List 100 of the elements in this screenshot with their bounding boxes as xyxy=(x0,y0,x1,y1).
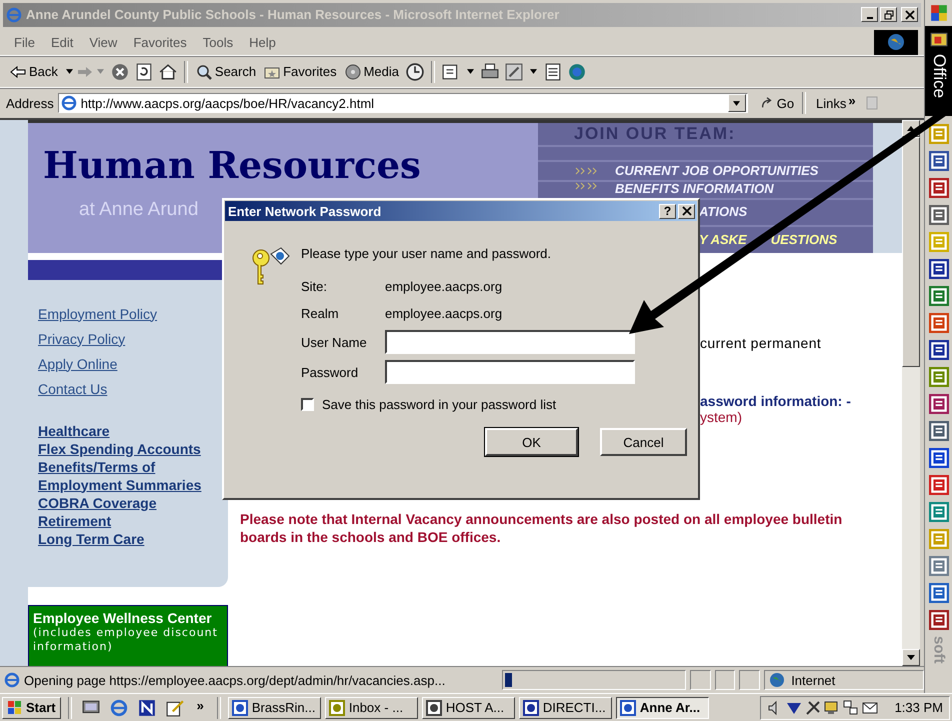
minimize-button[interactable] xyxy=(861,7,878,22)
down-arrow-icon xyxy=(907,655,915,660)
page-title: Human Resources xyxy=(43,142,422,186)
more-chevron[interactable]: » xyxy=(848,92,856,108)
sidebar-link[interactable]: Apply Online xyxy=(38,352,118,376)
app-icon[interactable] xyxy=(929,151,949,171)
dialog-prompt: Please type your user name and password. xyxy=(301,246,552,261)
taskbar-button[interactable]: BrassRin... xyxy=(228,696,321,718)
body-text: current permanent xyxy=(700,334,822,350)
caret-icon[interactable] xyxy=(467,69,474,74)
scrollbar[interactable] xyxy=(902,120,920,666)
close-button[interactable] xyxy=(901,7,918,22)
more-chevron[interactable]: » xyxy=(196,698,204,713)
sidebar-link[interactable]: Privacy Policy xyxy=(38,326,126,352)
status-pane xyxy=(739,670,760,690)
app-icon[interactable] xyxy=(929,178,949,198)
app-icon[interactable] xyxy=(929,448,949,468)
taskbar-button[interactable]: Anne Ar... xyxy=(616,696,709,718)
nav-link[interactable]: CURRENT JOB OPPORTUNITIES xyxy=(615,164,818,178)
tools-icon[interactable] xyxy=(804,700,821,716)
ok-button[interactable]: OK xyxy=(485,428,578,456)
nav-link[interactable]: ATIONS xyxy=(699,205,748,220)
save-checkbox[interactable] xyxy=(301,398,314,411)
benefit-link[interactable]: Benefits/Terms of Employment Summaries xyxy=(38,458,218,494)
username-field[interactable] xyxy=(385,330,635,354)
messenger-icon[interactable] xyxy=(568,62,586,81)
cancel-button[interactable]: Cancel xyxy=(600,428,687,456)
stop-icon[interactable] xyxy=(110,62,129,81)
menu-item[interactable]: Favorites xyxy=(125,34,195,50)
checkbox-label[interactable]: Save this password in your password list xyxy=(322,397,556,412)
menu-item[interactable]: Edit xyxy=(42,34,82,50)
monitor-icon[interactable] xyxy=(824,700,840,716)
app-icon[interactable] xyxy=(929,421,949,441)
benefit-link[interactable]: Long Term Care xyxy=(38,530,144,548)
notepad-icon[interactable] xyxy=(166,698,184,716)
nav-link[interactable]: Y ASKE xyxy=(699,232,747,247)
wellness-box[interactable]: Employee Wellness Center (includes employee discount information) xyxy=(28,604,228,666)
app-icon[interactable] xyxy=(929,610,949,630)
browser-icon[interactable] xyxy=(110,698,128,716)
sidebar-link[interactable]: Contact Us xyxy=(38,376,108,402)
go-button[interactable]: Go xyxy=(756,94,798,113)
nav-link[interactable]: BENEFITS INFORMATION xyxy=(615,182,774,196)
app-icon[interactable] xyxy=(929,259,949,279)
scroll-thumb[interactable] xyxy=(902,136,920,366)
field-label: User Name xyxy=(301,334,368,350)
home-icon[interactable] xyxy=(158,62,177,81)
app-icon[interactable] xyxy=(929,205,949,225)
field-value: employee.aacps.org xyxy=(385,279,504,294)
benefit-link[interactable]: Retirement xyxy=(38,512,112,530)
refresh-icon[interactable] xyxy=(134,62,153,81)
caret-icon[interactable] xyxy=(530,69,537,74)
taskbar-button[interactable]: DIRECTI... xyxy=(518,696,612,718)
benefit-link[interactable]: Healthcare xyxy=(38,422,110,440)
app-icon[interactable] xyxy=(929,394,949,414)
dropdown-button[interactable] xyxy=(728,94,746,112)
app-icon[interactable] xyxy=(929,124,949,144)
menu-item[interactable]: Help xyxy=(241,34,284,50)
flag-icon xyxy=(7,700,23,716)
scroll-down-button[interactable] xyxy=(902,649,920,666)
password-field[interactable] xyxy=(385,360,635,384)
minimize-icon xyxy=(866,16,872,19)
window-icon xyxy=(232,700,248,716)
mail-icon[interactable] xyxy=(442,62,460,81)
caret-icon[interactable] xyxy=(66,69,73,74)
search-icon xyxy=(196,64,212,80)
office-icon[interactable] xyxy=(930,30,948,48)
app-icon[interactable] xyxy=(929,583,949,603)
benefit-link[interactable]: Flex Spending Accounts xyxy=(38,440,201,458)
media-button[interactable]: Media xyxy=(340,62,403,82)
globe-icon xyxy=(769,672,786,688)
browser-icon xyxy=(60,95,77,112)
sidebar-link[interactable]: Employment Policy xyxy=(38,302,158,326)
body-text: ystem) xyxy=(700,408,742,424)
history-icon[interactable] xyxy=(406,62,424,81)
app-icon[interactable] xyxy=(929,340,949,360)
browser-icon xyxy=(4,672,20,688)
menu-item[interactable]: File xyxy=(6,34,43,50)
app-icon[interactable] xyxy=(138,698,156,716)
dialog-title: Enter Network Password xyxy=(228,204,382,218)
close-button[interactable] xyxy=(678,204,695,218)
computers-icon[interactable] xyxy=(842,700,859,716)
restore-icon xyxy=(884,10,894,20)
help-button[interactable]: ? xyxy=(659,204,676,218)
restore-button[interactable] xyxy=(880,7,897,22)
taskbar-button[interactable]: Inbox - ... xyxy=(324,696,418,718)
document-icon[interactable] xyxy=(544,62,562,81)
back-button[interactable]: Back xyxy=(6,62,62,82)
search-button[interactable]: Search xyxy=(192,62,260,82)
menu-item[interactable]: Tools xyxy=(194,34,242,50)
edit-icon[interactable] xyxy=(505,62,523,81)
links-label[interactable]: Links xyxy=(816,96,846,111)
address-field[interactable]: http://www.aacps.org/aacps/boe/HR/vacancy2.html xyxy=(58,93,748,114)
taskbar-button[interactable]: HOST A... xyxy=(422,696,515,718)
benefit-link[interactable]: COBRA Coverage xyxy=(38,494,157,512)
favorites-button[interactable]: Favorites xyxy=(260,62,341,82)
nav-link[interactable]: UESTIONS xyxy=(770,232,838,247)
envelope-icon[interactable] xyxy=(862,700,878,716)
menu-item[interactable]: View xyxy=(81,34,126,50)
start-button[interactable]: Start xyxy=(2,696,61,718)
print-icon[interactable] xyxy=(481,62,499,81)
